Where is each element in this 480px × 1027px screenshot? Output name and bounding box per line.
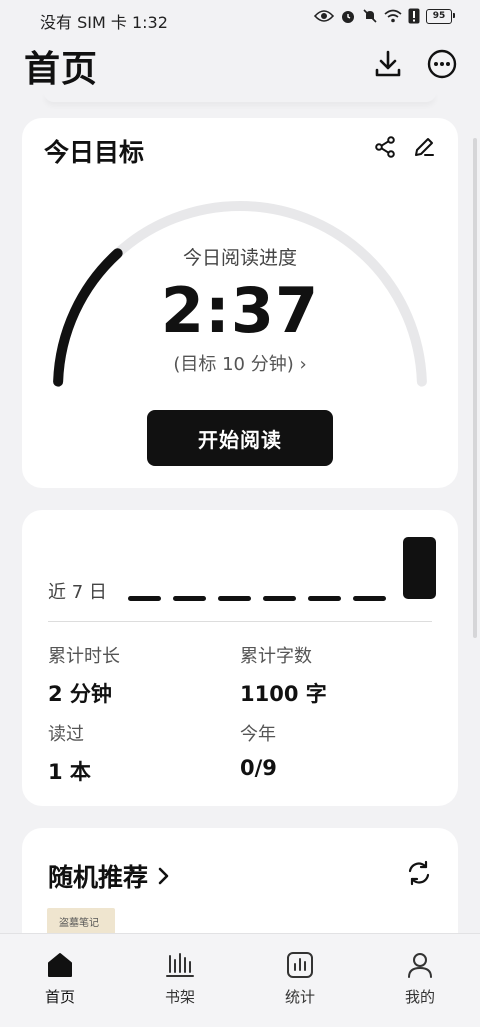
reading-stats-card: 近 7 日 累计时长 2 分钟 累计字数 1100 字 读过 1 本 今年 0/…: [22, 510, 458, 806]
alarm-icon: [342, 11, 354, 23]
daily-goal-card: 今日目标 今日阅读进度 2:37 (目标 10 分钟) › 开始阅读: [22, 118, 458, 488]
week-bar-empty: [353, 596, 386, 601]
tab-bookshelf[interactable]: 书架: [120, 934, 240, 1027]
week-bar-empty: [128, 596, 161, 601]
header-shadow: [44, 92, 436, 102]
profile-icon: [408, 953, 432, 978]
battery-indicator: 95: [426, 8, 455, 24]
sim-alert-icon: [408, 8, 420, 24]
status-bar: 没有 SIM 卡 1:32 95: [0, 0, 480, 36]
status-icons: 95: [314, 8, 455, 24]
tab-profile[interactable]: 我的: [360, 934, 480, 1027]
bookshelf-icon: [166, 953, 194, 977]
tab-label: 我的: [404, 988, 435, 1006]
chevron-right-icon: [158, 867, 169, 885]
stat-value: 1 本: [48, 760, 91, 784]
home-icon: [48, 953, 72, 977]
stats-icon: [287, 952, 313, 978]
page-title: 首页: [24, 49, 99, 90]
week-bar-empty: [263, 596, 296, 601]
tab-label: 书架: [164, 988, 195, 1006]
week-bar: [403, 537, 436, 599]
download-icon: [375, 50, 401, 77]
week-bar-empty: [308, 596, 341, 601]
wifi-icon: [384, 9, 402, 23]
week-bar-empty: [218, 596, 251, 601]
refresh-button[interactable]: [404, 858, 434, 888]
tab-stats[interactable]: 统计: [240, 934, 360, 1027]
refresh-icon: [408, 860, 430, 886]
tab-label: 首页: [44, 988, 75, 1006]
week-bar-empty: [173, 596, 206, 601]
stat-total-time: 累计时长 2 分钟: [48, 642, 120, 708]
more-icon: [427, 49, 457, 79]
stats-divider: [48, 621, 432, 622]
scrollbar[interactable]: [473, 138, 477, 638]
recent-7-days-label: 近 7 日: [48, 582, 107, 603]
eye-icon: [314, 10, 334, 22]
stat-label: 累计字数: [240, 646, 312, 667]
bottom-tab-bar: 首页 书架 统计 我的: [0, 933, 480, 1027]
progress-label: 今日阅读进度: [182, 247, 297, 269]
download-button[interactable]: [368, 44, 408, 84]
stat-value: 0/9: [240, 756, 277, 780]
stat-label: 累计时长: [48, 646, 120, 667]
goal-target-link[interactable]: (目标 10 分钟) ›: [22, 350, 458, 376]
more-button[interactable]: [422, 44, 462, 84]
stat-value: 1100 字: [240, 682, 327, 706]
stat-books-read: 读过 1 本: [48, 720, 91, 786]
stat-label: 读过: [48, 724, 84, 745]
tab-label: 统计: [284, 988, 315, 1006]
stat-label: 今年: [240, 724, 276, 745]
reading-time: 2:37: [160, 274, 320, 347]
recommend-title: 随机推荐: [48, 863, 149, 892]
stat-total-words: 累计字数 1100 字: [240, 642, 327, 708]
stat-value: 2 分钟: [48, 682, 112, 706]
mute-icon: [363, 9, 377, 23]
home-screen: 没有 SIM 卡 1:32 95 首页 今日目标 今日阅读进度 2:37 (目标…: [0, 0, 480, 1027]
start-reading-button[interactable]: 开始阅读: [147, 410, 333, 466]
tab-home[interactable]: 首页: [0, 934, 120, 1027]
stat-this-year: 今年 0/9: [240, 720, 277, 780]
recommend-title-link[interactable]: 随机推荐: [48, 858, 170, 894]
status-carrier-time: 没有 SIM 卡 1:32: [40, 13, 168, 32]
